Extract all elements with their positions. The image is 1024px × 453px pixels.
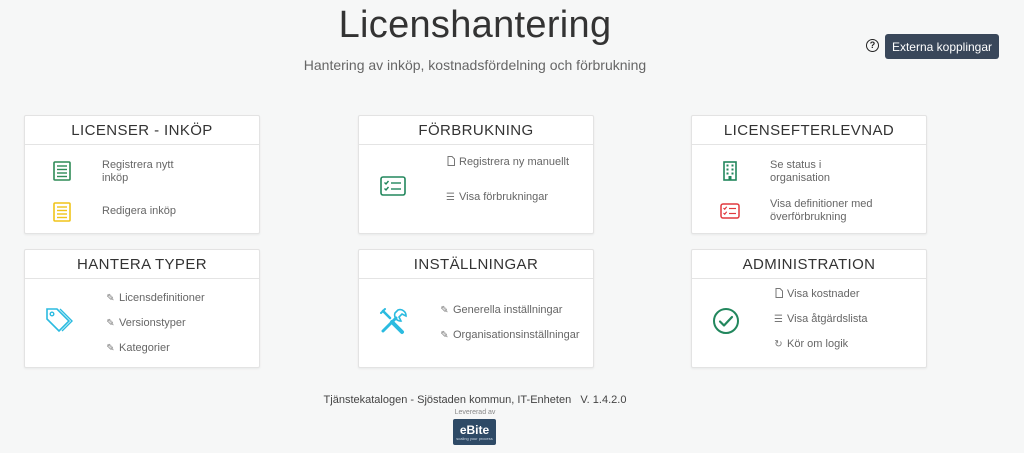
card-body: Visa kostnader ☰ Visa åtgärdslista ↻ Kör… xyxy=(692,279,926,367)
checklist-icon[interactable] xyxy=(380,176,406,196)
card-administration: ADMINISTRATION Visa kostnader ☰ Visa åtg… xyxy=(691,249,927,368)
delivered-by-label: Levererad av xyxy=(454,409,496,416)
help-icon[interactable]: ? xyxy=(866,39,879,52)
card-body: Se status i organisation Visa definition… xyxy=(692,145,926,233)
card-title[interactable]: HANTERA TYPER xyxy=(25,250,259,279)
item-label: Visa förbrukningar xyxy=(459,191,549,203)
card-body: Registrera ny manuellt ☰ Visa förbruknin… xyxy=(359,145,593,233)
card-body: Registrera nytt inköp Redigera inköp xyxy=(25,145,259,233)
tools-icon[interactable] xyxy=(379,307,407,335)
pencil-icon: ✎ xyxy=(440,305,449,316)
pencil-icon: ✎ xyxy=(106,318,115,329)
card-consumption: FÖRBRUKNING Registrera ny manuellt ☰ Vis… xyxy=(358,115,594,234)
item-label: Organisationsinställningar xyxy=(453,329,580,341)
card-licenses-purchase: LICENSER - INKÖP Registrera nytt inköp R… xyxy=(24,115,260,234)
item-label: Versionstyper xyxy=(119,317,186,329)
pencil-icon: ✎ xyxy=(440,330,449,341)
list-icon: ☰ xyxy=(446,192,455,203)
logo-word: eBite xyxy=(459,422,490,437)
list-icon: ☰ xyxy=(774,314,783,325)
card-title[interactable]: ADMINISTRATION xyxy=(692,250,926,279)
card-title[interactable]: INSTÄLLNINGAR xyxy=(359,250,593,279)
card-body: ✎ Generella inställningar ✎ Organisation… xyxy=(359,279,593,367)
ebite-logo[interactable]: eBite scaling your process xyxy=(453,419,496,445)
building-icon[interactable] xyxy=(723,161,737,181)
overconsumption-definitions-link[interactable]: Visa definitioner med överförbrukning xyxy=(770,198,900,224)
item-label: Kör om logik xyxy=(787,338,849,350)
page-title: Licenshantering xyxy=(338,4,612,46)
item-label: Licensdefinitioner xyxy=(119,292,205,304)
general-settings-link[interactable]: ✎ Generella inställningar xyxy=(439,304,562,317)
file-icon xyxy=(773,288,784,302)
card-manage-types: HANTERA TYPER ✎ Licensdefinitioner ✎ Ver… xyxy=(24,249,260,368)
show-costs-link[interactable]: Visa kostnader xyxy=(773,288,860,302)
page-subtitle: Hantering av inköp, kostnadsfördelning o… xyxy=(303,57,647,73)
red-checklist-icon[interactable] xyxy=(720,203,740,219)
license-definitions-link[interactable]: ✎ Licensdefinitioner xyxy=(105,292,205,305)
external-connections-button[interactable]: Externa kopplingar xyxy=(885,34,999,59)
card-title[interactable]: LICENSEFTERLEVNAD xyxy=(692,116,926,145)
rerun-logic-link[interactable]: ↻ Kör om logik xyxy=(773,338,848,351)
item-label: Visa kostnader xyxy=(787,288,860,300)
logo-tagline: scaling your process xyxy=(456,435,493,441)
card-settings: INSTÄLLNINGAR ✎ Generella inställningar … xyxy=(358,249,594,368)
organisation-status-link[interactable]: Se status i organisation xyxy=(770,159,860,185)
card-title[interactable]: LICENSER - INKÖP xyxy=(25,116,259,145)
version-types-link[interactable]: ✎ Versionstyper xyxy=(105,317,186,330)
categories-link[interactable]: ✎ Kategorier xyxy=(105,342,170,355)
refresh-icon: ↻ xyxy=(774,339,783,350)
tags-icon[interactable] xyxy=(45,307,73,333)
card-title[interactable]: FÖRBRUKNING xyxy=(359,116,593,145)
item-label: Registrera ny manuellt xyxy=(459,156,570,168)
green-document-list-icon[interactable] xyxy=(53,161,71,181)
card-license-compliance: LICENSEFTERLEVNAD Se status i organisati… xyxy=(691,115,927,234)
register-manual-link[interactable]: Registrera ny manuellt xyxy=(445,156,569,170)
item-label: Kategorier xyxy=(119,342,170,354)
pencil-icon: ✎ xyxy=(106,343,115,354)
file-icon xyxy=(445,156,456,170)
item-label: Generella inställningar xyxy=(453,304,563,316)
organisation-settings-link[interactable]: ✎ Organisationsinställningar xyxy=(439,329,580,342)
check-circle-icon[interactable] xyxy=(712,307,740,335)
pencil-icon: ✎ xyxy=(106,293,115,304)
item-label: Visa åtgärdslista xyxy=(787,313,868,325)
register-purchase-link[interactable]: Registrera nytt inköp xyxy=(102,159,202,185)
show-action-list-link[interactable]: ☰ Visa åtgärdslista xyxy=(773,313,868,326)
footer-text: Tjänstekatalogen - Sjöstaden kommun, IT-… xyxy=(323,394,627,406)
yellow-document-list-icon[interactable] xyxy=(53,202,71,222)
edit-purchase-link[interactable]: Redigera inköp xyxy=(102,205,176,218)
show-consumptions-link[interactable]: ☰ Visa förbrukningar xyxy=(445,191,548,204)
card-body: ✎ Licensdefinitioner ✎ Versionstyper ✎ K… xyxy=(25,279,259,367)
